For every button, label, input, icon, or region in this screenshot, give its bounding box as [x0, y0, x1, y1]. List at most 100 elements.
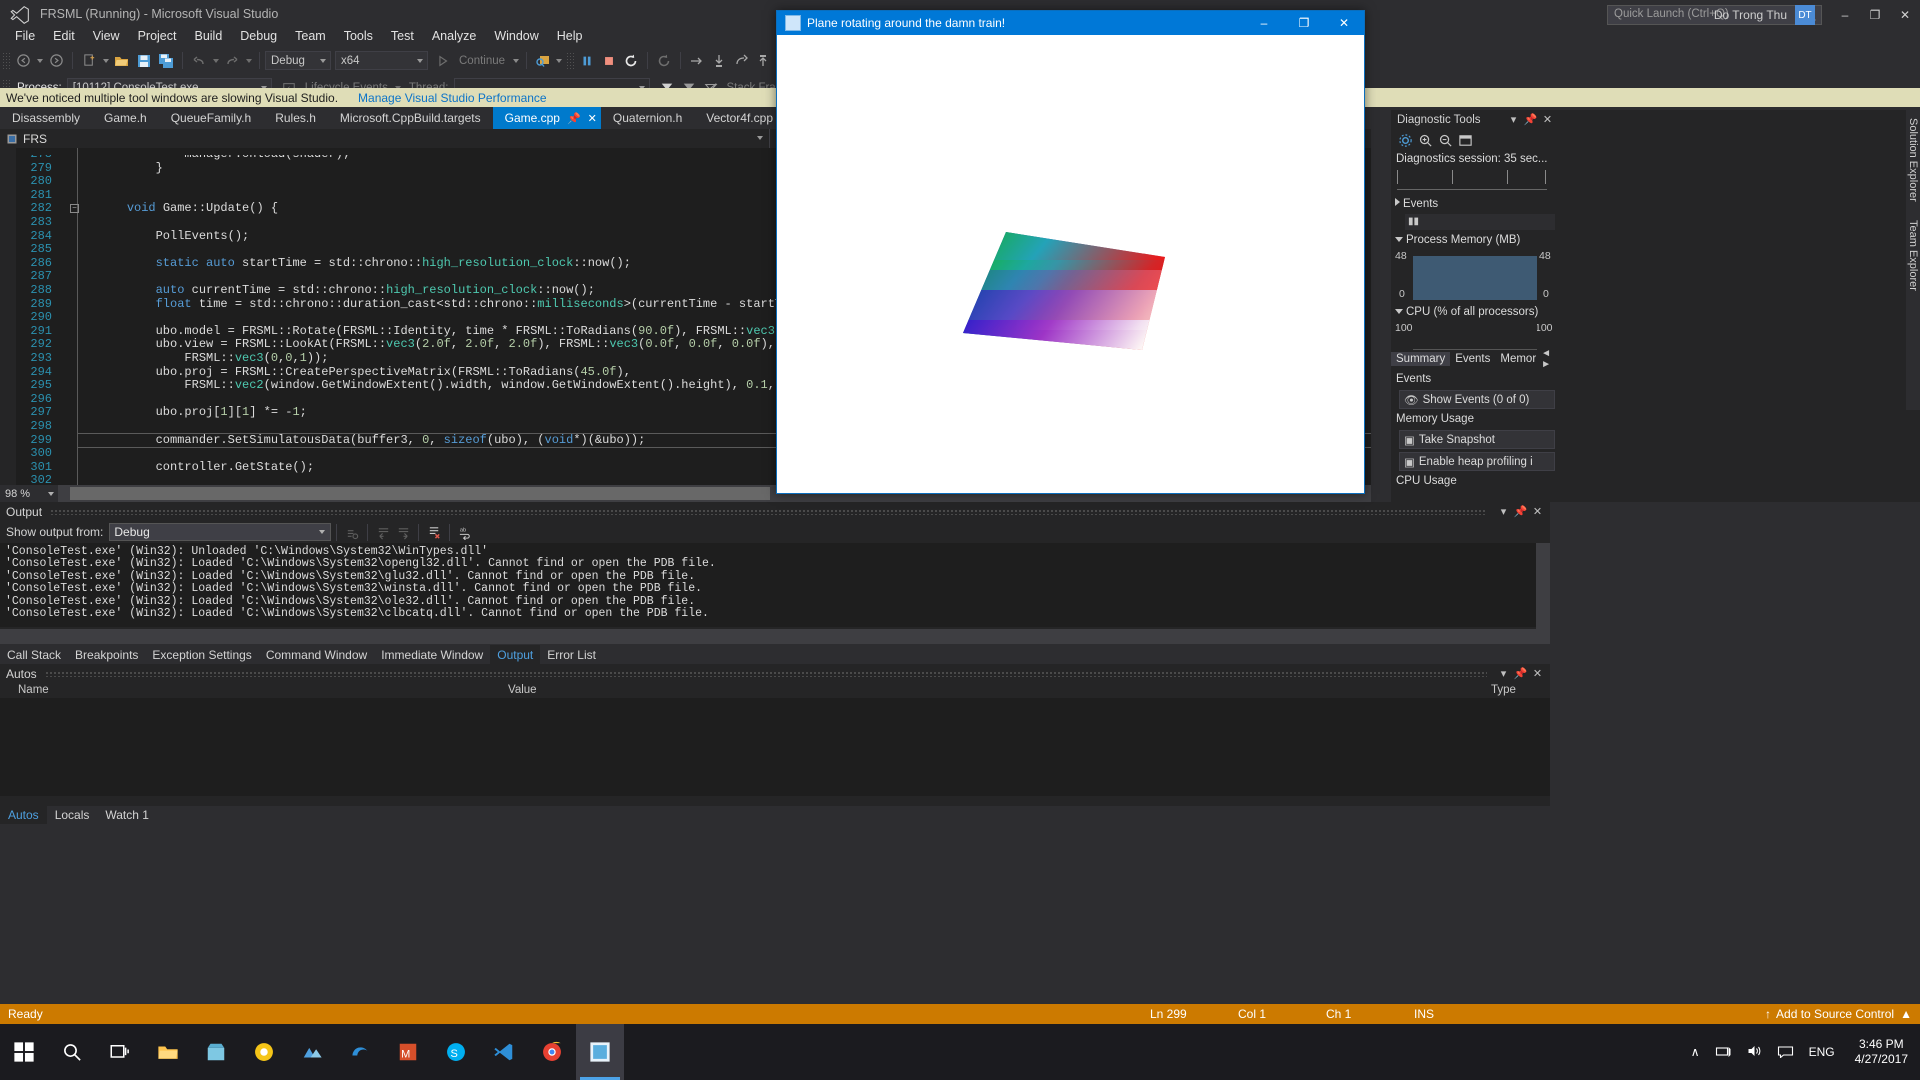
taskbar-vs-code[interactable]	[480, 1024, 528, 1080]
fold-toggle-icon[interactable]: −	[70, 204, 79, 213]
user-account[interactable]: Do Trong Thu DT	[1714, 4, 1825, 26]
taskbar-app-1[interactable]	[288, 1024, 336, 1080]
dock-team-explorer[interactable]: Team Explorer	[1907, 220, 1919, 291]
menu-edit[interactable]: Edit	[44, 27, 84, 45]
close-icon[interactable]: ✕	[588, 112, 597, 125]
panel-drag-dots[interactable]	[45, 671, 1487, 677]
menu-file[interactable]: File	[6, 27, 44, 45]
taskbar-edge[interactable]	[336, 1024, 384, 1080]
events-lane[interactable]: ▮▮	[1405, 214, 1555, 230]
restart-icon[interactable]	[620, 50, 642, 71]
enable-heap-profiling-button[interactable]: ▣ Enable heap profiling i	[1399, 452, 1555, 471]
column-type[interactable]: Type	[1491, 684, 1516, 696]
volume-icon[interactable]	[1746, 1044, 1763, 1061]
continue-dropdown[interactable]	[510, 50, 521, 71]
taskbar-vlc[interactable]: M	[384, 1024, 432, 1080]
search-button[interactable]	[48, 1024, 96, 1080]
step-over-icon[interactable]	[686, 50, 708, 71]
close-icon[interactable]: ✕	[1539, 111, 1556, 128]
tab-autos[interactable]: Autos	[0, 806, 47, 824]
tab-immediate-window[interactable]: Immediate Window	[374, 645, 490, 664]
language-indicator[interactable]: ENG	[1809, 1045, 1835, 1059]
project-scope-combo[interactable]: FRS	[0, 129, 770, 148]
menu-build[interactable]: Build	[185, 27, 231, 45]
app-close-button[interactable]: ✕	[1324, 11, 1364, 35]
menu-project[interactable]: Project	[129, 27, 186, 45]
start-button[interactable]	[0, 1024, 48, 1080]
taskbar-chrome[interactable]	[528, 1024, 576, 1080]
tab-game-cpp[interactable]: Game.cpp 📌 ✕	[493, 107, 601, 129]
close-icon[interactable]: ✕	[1529, 503, 1546, 520]
show-events-button[interactable]: 👁 Show Events (0 of 0)	[1399, 390, 1555, 409]
zoom-reset-icon[interactable]	[1455, 130, 1475, 150]
h-scrollbar-thumb[interactable]	[70, 487, 770, 500]
navigate-forward-button[interactable]	[45, 50, 67, 71]
cpu-graph[interactable]	[1413, 320, 1537, 350]
menu-debug[interactable]: Debug	[231, 27, 286, 45]
cpu-section-header[interactable]: CPU (% of all processors)	[1395, 306, 1538, 318]
step-into-icon[interactable]	[708, 50, 730, 71]
task-view-button[interactable]	[96, 1024, 144, 1080]
pin-icon[interactable]: 📌	[1522, 111, 1539, 128]
tab-exception-settings[interactable]: Exception Settings	[145, 645, 258, 664]
undo-dropdown[interactable]	[210, 50, 221, 71]
clock[interactable]: 3:46 PM 4/27/2017	[1855, 1037, 1908, 1067]
tab-watch-1[interactable]: Watch 1	[97, 806, 157, 824]
clear-all-icon[interactable]	[424, 524, 444, 541]
zoom-in-icon[interactable]	[1415, 130, 1435, 150]
render-canvas[interactable]	[777, 35, 1364, 493]
tab-error-list[interactable]: Error List	[540, 645, 603, 664]
new-item-dropdown[interactable]	[100, 50, 111, 71]
tab-queuefamily-h[interactable]: QueueFamily.h	[159, 107, 263, 129]
open-file-icon[interactable]	[111, 50, 133, 71]
manage-performance-link[interactable]: Manage Visual Studio Performance	[358, 91, 547, 105]
menu-test[interactable]: Test	[382, 27, 423, 45]
save-all-icon[interactable]	[155, 50, 177, 71]
panel-dropdown-icon[interactable]: ▾	[1505, 111, 1522, 128]
menu-team[interactable]: Team	[286, 27, 335, 45]
redo-dropdown[interactable]	[243, 50, 254, 71]
tab-disassembly[interactable]: Disassembly	[0, 107, 92, 129]
taskbar-skype[interactable]: S	[432, 1024, 480, 1080]
tab-command-window[interactable]: Command Window	[259, 645, 374, 664]
app-window[interactable]: Plane rotating around the damn train! – …	[776, 10, 1365, 494]
tab-quaternion-h[interactable]: Quaternion.h	[601, 107, 694, 129]
tab-call-stack[interactable]: Call Stack	[0, 645, 68, 664]
output-vertical-scrollbar[interactable]	[1536, 543, 1550, 644]
pin-icon[interactable]: 📌	[1512, 665, 1529, 682]
memory-section-header[interactable]: Process Memory (MB)	[1395, 234, 1520, 246]
app-window-title-bar[interactable]: Plane rotating around the damn train! – …	[777, 11, 1364, 35]
tab-breakpoints[interactable]: Breakpoints	[68, 645, 145, 664]
column-name[interactable]: Name	[18, 684, 49, 696]
show-output-from-combo[interactable]: Debug	[109, 523, 331, 541]
toggle-word-wrap-icon[interactable]: ab	[455, 524, 475, 541]
taskbar-store[interactable]	[192, 1024, 240, 1080]
hot-reload-icon[interactable]	[653, 50, 675, 71]
network-icon[interactable]	[1715, 1044, 1732, 1061]
taskbar-visual-studio[interactable]	[576, 1024, 624, 1080]
stop-icon[interactable]	[598, 50, 620, 71]
tab-locals[interactable]: Locals	[47, 806, 98, 824]
taskbar-file-explorer[interactable]	[144, 1024, 192, 1080]
dock-solution-explorer[interactable]: Solution Explorer	[1907, 118, 1919, 202]
events-section-header[interactable]: Events	[1395, 198, 1438, 210]
attach-dropdown[interactable]	[554, 50, 564, 71]
tab-game-h[interactable]: Game.h	[92, 107, 159, 129]
tab-output[interactable]: Output	[490, 645, 540, 664]
pin-icon[interactable]: 📌	[567, 112, 581, 125]
new-item-icon[interactable]	[78, 50, 100, 71]
navigate-backward-button[interactable]	[12, 50, 34, 71]
app-maximize-button[interactable]: ❐	[1284, 11, 1324, 35]
column-value[interactable]: Value	[508, 684, 537, 696]
menu-tools[interactable]: Tools	[335, 27, 382, 45]
app-minimize-button[interactable]: –	[1244, 11, 1284, 35]
output-text[interactable]: 'ConsoleTest.exe' (Win32): Unloaded 'C:\…	[0, 543, 1536, 627]
tab-cppbuild-targets[interactable]: Microsoft.CppBuild.targets	[328, 107, 493, 129]
find-message-icon[interactable]	[342, 524, 362, 541]
tab-vector4f-cpp[interactable]: Vector4f.cpp	[694, 107, 785, 129]
tab-rules-h[interactable]: Rules.h	[263, 107, 328, 129]
toolbar-grip[interactable]	[2, 52, 10, 70]
diag-tab-events[interactable]: Events	[1450, 352, 1495, 366]
step-return-icon[interactable]	[730, 50, 752, 71]
taskbar-chrome-canary[interactable]	[240, 1024, 288, 1080]
